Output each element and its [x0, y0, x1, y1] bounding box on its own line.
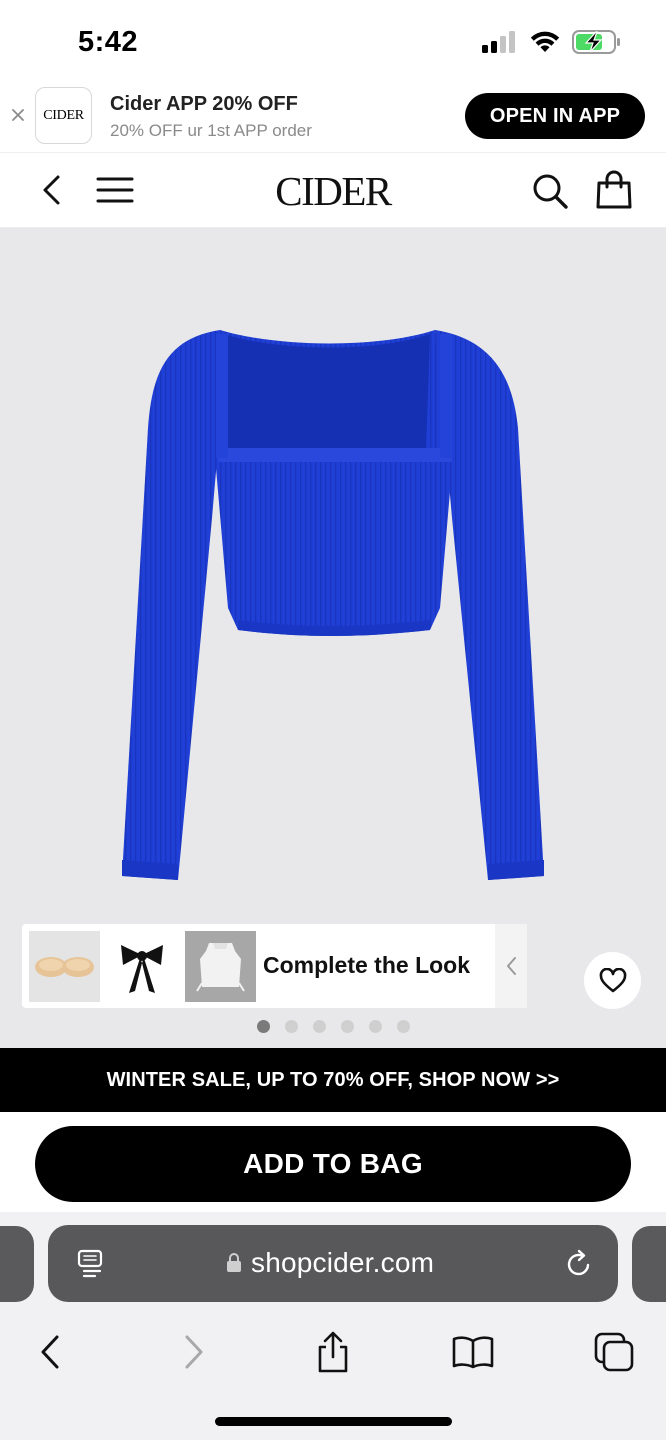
search-icon[interactable]	[530, 171, 570, 211]
status-icons	[482, 30, 622, 54]
pagination-dot[interactable]	[256, 1020, 270, 1033]
home-indicator	[215, 1417, 452, 1426]
product-gallery[interactable]: Complete the Look	[0, 228, 666, 1048]
url-text[interactable]: shopcider.com	[251, 1247, 434, 1279]
ctl-collapse-button[interactable]	[495, 924, 527, 1008]
ctl-thumbnail-sweater-vest[interactable]	[185, 931, 256, 1002]
heart-icon	[599, 967, 626, 992]
banner-title: Cider APP 20% OFF	[110, 93, 298, 115]
tabs-icon	[594, 1332, 634, 1372]
next-tab-peek[interactable]	[632, 1226, 666, 1302]
browser-back-button[interactable]	[28, 1330, 72, 1374]
previous-tab-peek[interactable]	[0, 1226, 34, 1302]
add-to-bag-bar: ADD TO BAG	[0, 1112, 666, 1212]
complete-the-look-strip[interactable]: Complete the Look	[22, 924, 527, 1008]
lock-icon	[227, 1253, 241, 1272]
signal-icon	[482, 31, 515, 53]
app-download-banner: CIDER Cider APP 20% OFF 20% OFF ur 1st A…	[0, 84, 666, 152]
wishlist-button[interactable]	[584, 952, 641, 1009]
browser-nav-row	[0, 1322, 666, 1382]
ctl-thumbnail-bra[interactable]	[29, 931, 100, 1002]
pagination-dot[interactable]	[368, 1020, 382, 1033]
share-icon	[318, 1331, 348, 1373]
chevron-left-icon	[507, 957, 516, 975]
complete-the-look-label: Complete the Look	[263, 952, 471, 978]
add-to-bag-button[interactable]: ADD TO BAG	[35, 1126, 631, 1202]
browser-toolbar: shopcider.com	[0, 1212, 666, 1440]
wifi-icon	[530, 31, 560, 52]
bookmarks-button[interactable]	[451, 1330, 495, 1374]
bookmarks-icon	[452, 1336, 494, 1369]
status-time: 5:42	[78, 26, 139, 58]
pagination-dot[interactable]	[284, 1020, 298, 1033]
share-button[interactable]	[311, 1330, 355, 1374]
product-image[interactable]	[100, 308, 570, 898]
close-icon[interactable]	[9, 106, 27, 124]
winter-sale-banner[interactable]: WINTER SALE, UP TO 70% OFF, SHOP NOW >>	[0, 1048, 666, 1112]
banner-subtitle: 20% OFF ur 1st APP order	[110, 121, 312, 140]
address-bar[interactable]: shopcider.com	[48, 1225, 618, 1302]
tabs-button[interactable]	[592, 1330, 636, 1374]
back-icon	[41, 1335, 59, 1369]
pagination-dot[interactable]	[396, 1020, 410, 1033]
pagination-dot[interactable]	[312, 1020, 326, 1033]
site-header: CIDER	[0, 152, 666, 228]
battery-charging-icon	[572, 30, 620, 54]
image-pagination-dots	[0, 1020, 666, 1033]
reader-icon[interactable]	[76, 1249, 104, 1279]
pagination-dot[interactable]	[340, 1020, 354, 1033]
open-in-app-button[interactable]: OPEN IN APP	[465, 93, 645, 139]
ctl-thumbnail-bow[interactable]	[107, 931, 178, 1002]
browser-forward-button[interactable]	[172, 1330, 216, 1374]
reload-icon[interactable]	[564, 1249, 594, 1279]
status-bar: 5:42	[0, 0, 666, 84]
shopping-bag-icon[interactable]	[594, 169, 634, 211]
app-logo: CIDER	[35, 87, 92, 144]
forward-icon	[185, 1335, 203, 1369]
